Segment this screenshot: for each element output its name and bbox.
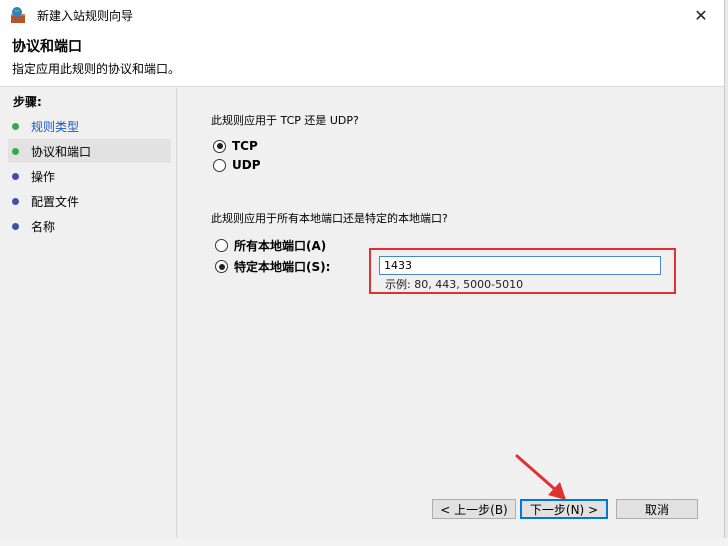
radio-unchecked-icon	[215, 239, 228, 252]
step-protocol-ports[interactable]: 协议和端口	[8, 139, 171, 163]
page-subtitle: 指定应用此规则的协议和端口。	[12, 62, 181, 76]
background-window-strip	[0, 538, 728, 546]
step-status-icon	[12, 197, 19, 205]
radio-label: 特定本地端口(S):	[234, 260, 331, 274]
radio-unchecked-icon	[213, 158, 226, 172]
steps-label: 步骤:	[13, 95, 42, 109]
step-status-icon	[12, 222, 19, 230]
radio-label: UDP	[232, 158, 261, 172]
radio-tcp[interactable]: TCP	[213, 139, 258, 153]
step-label: 规则类型	[31, 119, 80, 134]
step-action: 操作	[8, 164, 171, 188]
radio-label: 所有本地端口(A)	[234, 239, 327, 253]
step-label: 操作	[31, 169, 56, 184]
steps-sidebar: 步骤: 规则类型 协议和端口 操作 配置文件 名称	[0, 88, 177, 538]
wizard-window: 新建入站规则向导 ✕ 协议和端口 指定应用此规则的协议和端口。 步骤: 规则类型…	[0, 0, 725, 539]
wizard-content	[177, 88, 724, 538]
step-status-icon	[12, 172, 19, 180]
radio-label: TCP	[232, 139, 258, 153]
page-title: 协议和端口	[12, 39, 82, 55]
title-bar: 新建入站规则向导 ✕	[0, 0, 724, 30]
step-status-icon	[12, 122, 19, 130]
cancel-button[interactable]: 取消	[616, 499, 698, 519]
next-button[interactable]: 下一步(N) >	[520, 499, 608, 519]
step-label: 配置文件	[31, 194, 80, 209]
protocol-question: 此规则应用于 TCP 还是 UDP?	[211, 114, 359, 127]
radio-specific-ports[interactable]: 特定本地端口(S):	[215, 258, 330, 275]
window-title: 新建入站规则向导	[37, 9, 134, 23]
step-label: 名称	[31, 219, 56, 234]
step-label: 协议和端口	[31, 144, 92, 159]
radio-checked-icon	[215, 260, 228, 273]
port-example-text: 示例: 80, 443, 5000-5010	[385, 278, 524, 291]
step-rule-type[interactable]: 规则类型	[8, 114, 171, 138]
back-button[interactable]: < 上一步(B)	[432, 499, 516, 519]
close-button[interactable]: ✕	[678, 0, 724, 30]
wizard-header: 协议和端口 指定应用此规则的协议和端口。	[0, 30, 724, 87]
ports-question: 此规则应用于所有本地端口还是特定的本地端口?	[211, 212, 448, 225]
step-name: 名称	[8, 214, 171, 238]
port-input[interactable]: 1433	[379, 256, 661, 275]
firewall-app-icon	[11, 7, 25, 23]
step-status-icon	[12, 147, 19, 155]
radio-checked-icon	[213, 139, 226, 153]
annotation-arrow-icon	[515, 454, 566, 500]
step-profile: 配置文件	[8, 189, 171, 213]
radio-udp[interactable]: UDP	[213, 158, 261, 172]
radio-all-ports[interactable]: 所有本地端口(A)	[215, 237, 326, 254]
